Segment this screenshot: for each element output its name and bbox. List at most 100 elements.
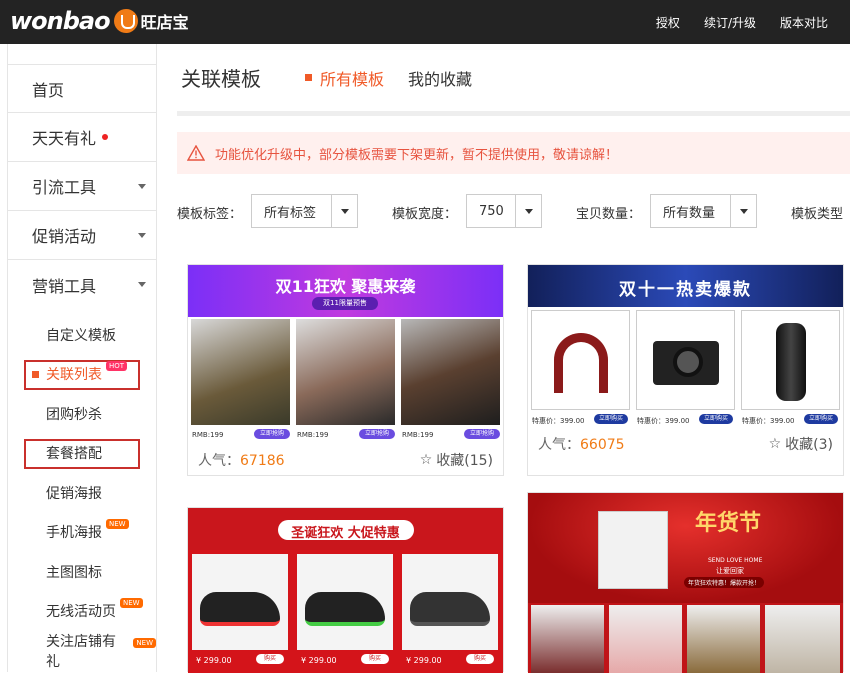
product-image <box>741 310 840 410</box>
submenu-label: 自定义模板 <box>46 327 116 344</box>
shoe-icon <box>410 592 490 626</box>
submenu-promo-poster[interactable]: 促销海报 <box>8 473 156 513</box>
caret-down-icon <box>138 233 146 238</box>
buy-button[interactable]: 立即购买 <box>804 414 838 424</box>
product-price: RMB:199 <box>402 431 434 439</box>
submenu-related-list[interactable]: 关联列表 HOT <box>8 355 156 395</box>
card-banner: 双11狂欢 聚惠来袭 双11限量预售 <box>188 265 503 317</box>
sidebar-item-home[interactable]: 首页 <box>8 64 156 113</box>
filter-tag-label: 模板标签： <box>177 207 243 222</box>
top-bar: wonbao 旺店宝 授权 续订/升级 版本对比 <box>0 0 850 44</box>
filter-tag-select[interactable]: 所有标签 <box>251 194 358 228</box>
submenu-label: 关注店铺有礼 <box>46 633 116 670</box>
hot-badge: HOT <box>106 361 128 372</box>
buy-button[interactable]: 购买 <box>361 654 389 664</box>
popularity-value: 66075 <box>580 437 625 453</box>
caret-down-icon <box>138 282 146 287</box>
product-image <box>296 319 395 425</box>
active-marker <box>32 370 39 378</box>
product-image <box>531 310 630 410</box>
product-image <box>687 605 760 673</box>
active-marker <box>305 74 312 81</box>
chevron-down-icon <box>331 195 357 227</box>
card-banner: 双十一热卖爆款 <box>528 265 843 307</box>
select-value: 所有数量 <box>663 205 716 221</box>
sidebar-item-traffic-tools[interactable]: 引流工具 <box>8 162 156 211</box>
sidebar-item-label: 营销工具 <box>32 276 97 296</box>
sidebar-item-marketing-tools[interactable]: 营销工具 <box>8 260 156 309</box>
popularity-label: 人气： <box>198 453 240 469</box>
submenu-wireless-page[interactable]: 无线活动页 NEW <box>8 592 156 632</box>
product-price: 特惠价：399.00 <box>742 417 795 425</box>
shoe-icon <box>305 592 385 626</box>
product-image <box>297 554 393 650</box>
card-footer: 人气：66075 ☆ 收藏(3) <box>528 429 843 459</box>
favorite-button[interactable]: ☆ 收藏(15) <box>420 450 493 470</box>
notice-banner: 功能优化升级中，部分模板需要下架更新，暂不提供使用，敬请谅解！ <box>177 132 850 174</box>
sidebar-item-label: 首页 <box>32 80 65 100</box>
favorite-label: 收藏(15) <box>436 453 493 469</box>
buy-button[interactable]: 立即抢购 <box>464 429 500 439</box>
product-image <box>765 605 840 673</box>
submenu-package-combo[interactable]: 套餐搭配 <box>8 434 156 474</box>
submenu-label: 手机海报 <box>46 525 102 542</box>
product-image <box>191 319 290 425</box>
caret-down-icon <box>138 184 146 189</box>
submenu-mobile-poster[interactable]: 手机海报 NEW <box>8 513 156 553</box>
submenu-group-buy[interactable]: 团购秒杀 <box>8 394 156 434</box>
banner-tagline: 年货狂欢特惠！爆款开抢！ <box>684 577 765 588</box>
product-image <box>531 605 604 673</box>
tab-all-templates[interactable]: 所有模板 <box>305 66 384 90</box>
new-badge: NEW <box>120 598 143 609</box>
chevron-down-icon <box>515 195 541 227</box>
banner-subtitle: 双11限量预售 <box>312 297 378 310</box>
favorite-button[interactable]: ☆ 收藏(3) <box>769 434 833 454</box>
buy-button[interactable]: 购买 <box>466 654 494 664</box>
template-card[interactable]: 双11狂欢 聚惠来袭 双11限量预售 RMB:199 立即抢购 RMB:199 … <box>187 264 504 476</box>
buy-button[interactable]: 立即抢购 <box>359 429 395 439</box>
buy-button[interactable]: 立即购买 <box>594 414 628 424</box>
headphone-icon <box>554 333 608 393</box>
shoe-icon <box>200 592 280 626</box>
banner-subtitle-en: SEND LOVE HOME <box>708 557 763 564</box>
sidebar-item-label: 促销活动 <box>32 227 97 246</box>
product-price: ¥ 299.00 <box>406 656 442 665</box>
chevron-down-icon <box>730 195 756 227</box>
page-title: 关联模板 <box>181 67 261 91</box>
speaker-icon <box>776 323 806 401</box>
nav-renew-upgrade[interactable]: 续订/升级 <box>704 14 756 31</box>
filter-bar: 模板标签： 所有标签 模板宽度： 750 宝贝数量： 所有数量 模板类型 <box>177 194 850 228</box>
popularity: 人气：66075 <box>538 434 625 454</box>
filter-count-select[interactable]: 所有数量 <box>650 194 757 228</box>
star-icon: ☆ <box>419 452 433 468</box>
product-image <box>636 310 735 410</box>
logo[interactable]: wonbao 旺店宝 <box>10 6 189 36</box>
template-card[interactable]: 年货节 SEND LOVE HOME 让爱回家 年货狂欢特惠！爆款开抢！ <box>527 492 844 673</box>
submenu-follow-shop-gift[interactable]: 关注店铺有礼 NEW <box>8 631 156 671</box>
buy-button[interactable]: 购买 <box>256 654 284 664</box>
nav-authorize[interactable]: 授权 <box>656 14 680 31</box>
submenu-main-image-icon[interactable]: 主图图标 <box>8 552 156 592</box>
banner-title: 年货节 <box>694 510 761 536</box>
card-banner: 年货节 SEND LOVE HOME 让爱回家 年货狂欢特惠！爆款开抢！ <box>528 493 843 603</box>
product-image <box>402 554 498 650</box>
buy-button[interactable]: 立即购买 <box>699 414 733 424</box>
banner-subtitle-cn: 让爱回家 <box>716 567 744 575</box>
camera-lens <box>673 347 703 377</box>
tab-my-favorites[interactable]: 我的收藏 <box>408 66 472 90</box>
select-value: 所有标签 <box>264 205 317 221</box>
buy-button[interactable]: 立即抢购 <box>254 429 290 439</box>
product-price: RMB:199 <box>297 431 329 439</box>
product-image <box>401 319 500 425</box>
sidebar-item-label: 天天有礼 <box>32 129 97 148</box>
popularity: 人气：67186 <box>198 450 285 470</box>
banner-title: 圣诞狂欢 大促特惠 <box>291 526 400 541</box>
nav-version-compare[interactable]: 版本对比 <box>780 14 828 31</box>
filter-width-label: 模板宽度： <box>392 207 458 222</box>
submenu-custom-template[interactable]: 自定义模板 <box>8 315 156 355</box>
filter-width-select[interactable]: 750 <box>466 194 542 228</box>
template-card[interactable]: 双十一热卖爆款 特惠价：399.00 立即购买 特惠价：399.00 立即购买 … <box>527 264 844 476</box>
template-card[interactable]: 圣诞狂欢 大促特惠 ¥ 299.00 购买 ¥ 299.00 购买 ¥ 299.… <box>187 507 504 673</box>
sidebar-item-daily-gift[interactable]: 天天有礼 <box>8 113 156 162</box>
sidebar-item-promotions[interactable]: 促销活动 <box>8 211 156 260</box>
